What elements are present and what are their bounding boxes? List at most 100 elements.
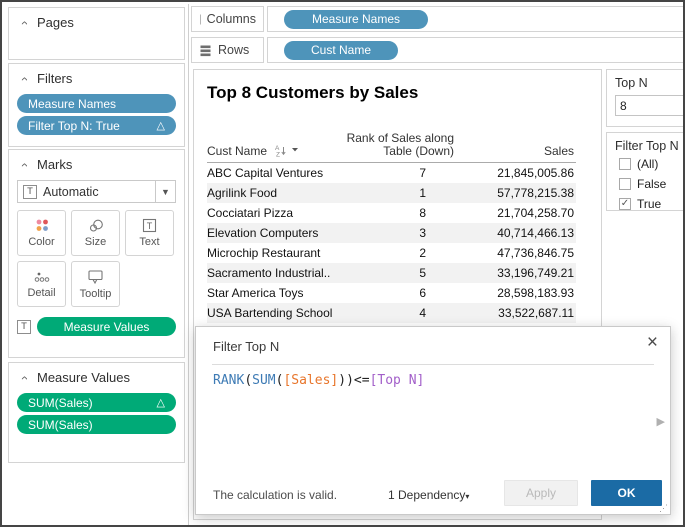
text-icon: T (142, 218, 158, 233)
table-row[interactable]: Agrilink Food157,778,215.38 (207, 183, 576, 203)
filters-label: Filters (37, 71, 72, 86)
marks-label: Marks (37, 157, 72, 172)
table-row[interactable]: Microchip Restaurant247,736,846.75 (207, 243, 576, 263)
header-label: Table (Down) (383, 144, 454, 158)
marks-size-button[interactable]: Size (71, 210, 120, 256)
column-header-rank[interactable]: Rank of Sales along Table (Down) (347, 132, 454, 158)
top-n-input[interactable] (615, 95, 685, 116)
collapse-chevron-icon[interactable]: › (19, 18, 29, 28)
column-header-sales[interactable]: Sales (544, 144, 574, 158)
table-header-row: Cust Name A Z Rank of Sales along Table … (207, 123, 576, 163)
pill-label: Measure Values (64, 320, 150, 334)
size-icon (87, 218, 105, 233)
filter-option[interactable]: False (619, 174, 685, 193)
marks-text-button[interactable]: T Text (125, 210, 174, 256)
rows-label-text: Rows (218, 43, 249, 57)
table-row[interactable]: Sacramento Industrial..533,196,749.21 (207, 263, 576, 283)
svg-text:T: T (146, 221, 152, 231)
calculation-editor-dialog: Filter Top N × RANK(SUM([Sales]))<=[Top … (195, 326, 671, 515)
measure-values-pill[interactable]: Measure Values (37, 317, 176, 336)
formula-editor[interactable]: RANK(SUM([Sales]))<=[Top N] (213, 373, 424, 388)
measure-value-pill[interactable]: SUM(Sales)△ (17, 393, 176, 412)
table-row[interactable]: Elevation Computers340,714,466.13 (207, 223, 576, 243)
column-header-cust-name[interactable]: Cust Name A Z (207, 144, 301, 158)
table-calc-delta-icon: △ (151, 396, 165, 409)
resize-grip[interactable]: ⋰ (659, 503, 668, 514)
expand-right-icon[interactable]: ▶ (657, 415, 665, 428)
filter-pill[interactable]: Filter Top N: True△ (17, 116, 176, 135)
filters-shelf[interactable]: › Filters Measure Names Filter Top N: Tru… (8, 63, 185, 147)
formula-token-function: SUM (252, 373, 275, 388)
text-mark-icon: T (17, 320, 31, 334)
top-n-label: Top N (615, 76, 685, 90)
filter-pill[interactable]: Measure Names (17, 94, 176, 113)
mark-type-dropdown[interactable]: T Automatic ▼ (17, 180, 176, 203)
collapse-chevron-icon[interactable]: › (19, 74, 29, 84)
cell-cust-name: ABC Capital Ventures (207, 166, 377, 180)
cell-cust-name: Elevation Computers (207, 226, 377, 240)
rows-pill-cust-name[interactable]: Cust Name (284, 41, 398, 60)
dependency-dropdown[interactable]: 1 Dependency▾ (388, 488, 469, 502)
cell-sales: 33,196,749.21 (454, 266, 576, 280)
filter-option-label: False (637, 177, 666, 191)
color-icon (33, 218, 51, 233)
filter-option-label: (All) (637, 157, 658, 171)
columns-shelf[interactable]: Measure Names (267, 6, 685, 32)
sort-icon[interactable]: A Z (275, 143, 301, 157)
table-row[interactable]: USA Bartending School433,522,687.11 (207, 303, 576, 323)
top-n-parameter-card: Top N (606, 69, 685, 127)
mark-type-value: Automatic (43, 185, 99, 199)
cell-cust-name: USA Bartending School (207, 306, 377, 320)
svg-text:Z: Z (276, 152, 280, 158)
cell-sales: 21,845,005.86 (454, 166, 576, 180)
dependency-label: 1 Dependency (388, 488, 465, 502)
formula-token-field: [Sales] (283, 373, 338, 388)
close-icon[interactable]: × (647, 332, 658, 354)
cell-sales: 33,522,687.11 (454, 306, 576, 320)
columns-label-text: Columns (207, 12, 256, 26)
detail-icon (33, 269, 51, 284)
marks-tooltip-button[interactable]: Tooltip (71, 261, 120, 307)
table-row[interactable]: Star America Toys628,598,183.93 (207, 283, 576, 303)
collapse-chevron-icon[interactable]: › (19, 160, 29, 170)
data-pane-sidebar: › Pages › Filters Measure Names Filter To… (4, 4, 189, 525)
collapse-chevron-icon[interactable]: › (19, 373, 29, 383)
cell-sales: 28,598,183.93 (454, 286, 576, 300)
table-body: ABC Capital Ventures721,845,005.86Agrili… (207, 163, 576, 323)
formula-token-plain: ))<= (338, 373, 369, 388)
measure-values-shelf[interactable]: › Measure Values SUM(Sales)△ SUM(Sales) (8, 362, 185, 463)
marks-detail-button[interactable]: Detail (17, 261, 66, 307)
filter-option[interactable]: (All) (619, 154, 685, 173)
apply-button[interactable]: Apply (504, 480, 578, 506)
formula-token-plain: ( (244, 373, 252, 388)
checkbox-checked-icon[interactable]: ✓ (619, 198, 631, 210)
filter-option[interactable]: ✓True (619, 194, 685, 213)
table-row[interactable]: ABC Capital Ventures721,845,005.86 (207, 163, 576, 183)
measure-values-header: › Measure Values (9, 363, 184, 390)
table-row[interactable]: Cocciatari Pizza821,704,258.70 (207, 203, 576, 223)
checkbox-icon[interactable] (619, 158, 631, 170)
pages-shelf[interactable]: › Pages (8, 7, 185, 60)
cell-rank: 4 (377, 306, 454, 320)
cell-rank: 5 (377, 266, 454, 280)
marks-color-button[interactable]: Color (17, 210, 66, 256)
ok-button[interactable]: OK (591, 480, 662, 506)
header-label: Cust Name (207, 144, 267, 158)
cell-rank: 3 (377, 226, 454, 240)
cell-cust-name: Sacramento Industrial.. (207, 266, 377, 280)
chevron-down-icon[interactable]: ▼ (155, 181, 175, 202)
tableau-window: › Pages › Filters Measure Names Filter To… (0, 0, 685, 527)
formula-token-function: RANK (213, 373, 244, 388)
rows-shelf-label: Rows (191, 37, 264, 63)
cell-rank: 6 (377, 286, 454, 300)
filters-pill-list: Measure Names Filter Top N: True△ (9, 94, 184, 135)
pill-label: Measure Names (28, 97, 116, 111)
checkbox-icon[interactable] (619, 178, 631, 190)
marks-button-label: Tooltip (80, 288, 112, 300)
marks-button-grid: Color Size T Text (17, 210, 178, 307)
columns-pill-measure-names[interactable]: Measure Names (284, 10, 428, 29)
cell-sales: 21,704,258.70 (454, 206, 576, 220)
rows-shelf[interactable]: Cust Name (267, 37, 685, 63)
measure-value-pill[interactable]: SUM(Sales) (17, 415, 176, 434)
pill-label: Cust Name (311, 43, 371, 57)
